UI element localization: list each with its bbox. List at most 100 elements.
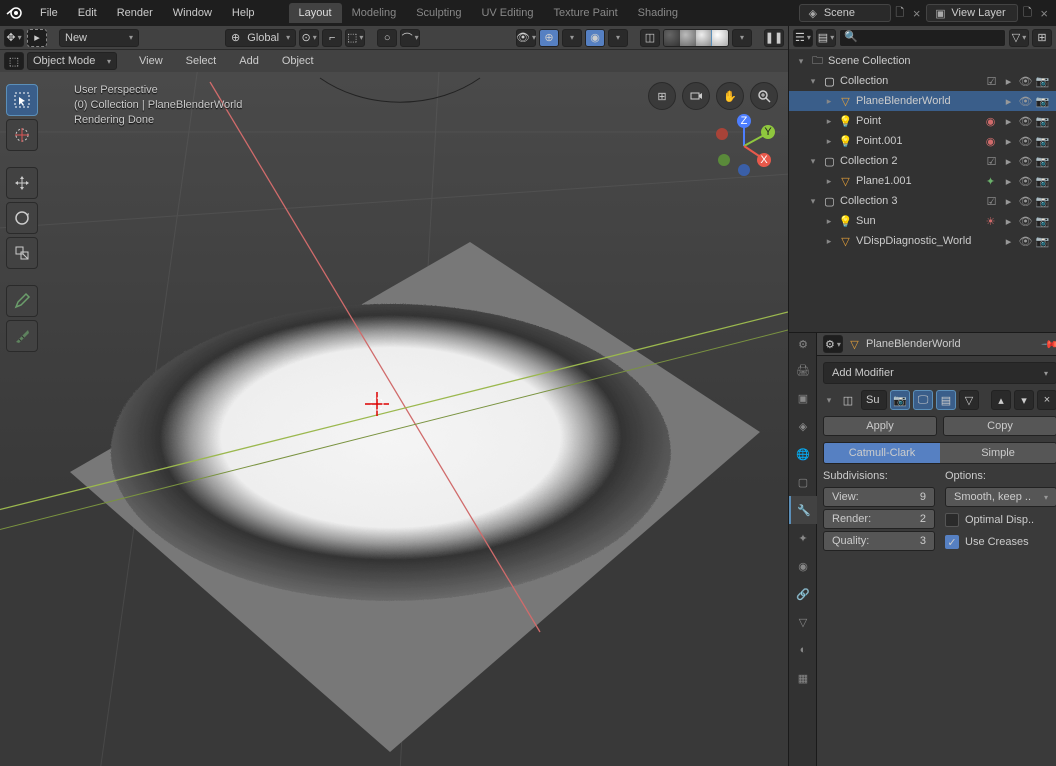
workspace-tab-uvediting[interactable]: UV Editing — [471, 3, 543, 23]
ptab-modifier[interactable]: 🔧 — [789, 496, 817, 524]
light-data-icon[interactable]: ◉ — [983, 134, 998, 149]
ptab-output[interactable]: 🖨 — [789, 356, 817, 384]
selectable-icon[interactable]: ▸ — [1001, 94, 1016, 109]
3d-viewport[interactable]: ✥▾ ▸ New▾ ⊕ Global ▾ ⊙▾ ⌐ ⬚▾ ○ ⌒▾ 👁▾ ⊕ ▾… — [0, 26, 788, 766]
render-subdivisions-input[interactable]: Render:2 — [823, 509, 935, 529]
viewport-visibility-icon[interactable]: 🖵 — [913, 390, 933, 410]
camera-icon[interactable]: 📷 — [1035, 134, 1050, 149]
menu-render[interactable]: Render — [107, 3, 163, 23]
use-creases-checkbox[interactable]: ✓ — [945, 535, 959, 549]
selectable-icon[interactable]: ▸ — [1001, 234, 1016, 249]
rotate-tool[interactable] — [6, 202, 38, 234]
ptab-particles[interactable]: ✦ — [789, 524, 817, 552]
snap-dropdown-icon[interactable]: ⬚▾ — [345, 29, 365, 47]
eye-icon[interactable]: 👁 — [1018, 194, 1033, 209]
delete-modifier-icon[interactable]: × — [1037, 390, 1056, 410]
close-scene-icon[interactable]: × — [909, 6, 925, 21]
eye-icon[interactable]: 👁 — [1018, 154, 1033, 169]
viewlayer-selector[interactable]: ▣ View Layer — [926, 4, 1018, 22]
wireframe-shading-icon[interactable] — [664, 30, 680, 46]
camera-icon[interactable]: 📷 — [1035, 94, 1050, 109]
pan-icon[interactable]: ✋ — [716, 82, 744, 110]
eye-icon[interactable]: 👁 — [1018, 94, 1033, 109]
ptab-material[interactable]: ◐ — [789, 636, 817, 664]
view-subdivisions-input[interactable]: View:9 — [823, 487, 935, 507]
close-viewlayer-icon[interactable]: × — [1036, 6, 1052, 21]
proportional-edit-icon[interactable]: ○ — [377, 29, 397, 47]
apply-button[interactable]: Apply — [823, 416, 937, 436]
simple-toggle[interactable]: Simple — [940, 443, 1056, 463]
optimal-display-row[interactable]: Optimal Disp.. — [945, 509, 1056, 531]
pivot-icon[interactable]: ⊙▾ — [299, 29, 319, 47]
menu-add[interactable]: Add — [229, 51, 269, 71]
outliner-row-planeblenderworld[interactable]: ▸▽ PlaneBlenderWorld ▸👁📷 — [789, 91, 1056, 111]
ptab-mesh[interactable]: ▽ — [789, 608, 817, 636]
add-modifier-dropdown[interactable]: Add Modifier▾ — [823, 362, 1056, 384]
outliner-type-icon[interactable]: ☴▾ — [793, 29, 813, 47]
camera-icon[interactable]: 📷 — [1035, 194, 1050, 209]
exclude-icon[interactable]: ☑ — [984, 194, 999, 209]
exclude-icon[interactable]: ☑ — [984, 74, 999, 89]
selectable-icon[interactable]: ▸ — [1001, 74, 1016, 89]
selectable-icon[interactable]: ▸ — [1001, 134, 1016, 149]
zoom-icon[interactable] — [750, 82, 778, 110]
menu-window[interactable]: Window — [163, 3, 222, 23]
cage-icon[interactable]: ▽ — [959, 390, 979, 410]
outliner-row-plane1[interactable]: ▸▽ Plane1.001 ✦ ▸👁📷 — [789, 171, 1056, 191]
ptab-constraints[interactable]: 🔗 — [789, 580, 817, 608]
xray-icon[interactable]: ◫ — [640, 29, 660, 47]
workspace-tab-modeling[interactable]: Modeling — [342, 3, 407, 23]
visibility-dropdown-icon[interactable]: 👁▾ — [516, 29, 536, 47]
selectable-icon[interactable]: ▸ — [1001, 214, 1016, 229]
use-creases-row[interactable]: ✓Use Creases — [945, 531, 1056, 553]
gizmo-toggle-icon[interactable]: ⊕ — [539, 29, 559, 47]
camera-icon[interactable]: 📷 — [1035, 154, 1050, 169]
selectable-icon[interactable]: ▸ — [1001, 114, 1016, 129]
menu-file[interactable]: File — [30, 3, 68, 23]
solid-shading-icon[interactable] — [680, 30, 696, 46]
measure-tool[interactable] — [6, 320, 38, 352]
outliner-row-collection2[interactable]: ▾▢ Collection 2 ☑▸👁📷 — [789, 151, 1056, 171]
menu-select[interactable]: Select — [176, 51, 227, 71]
shading-dropdown-icon[interactable]: ▾ — [732, 29, 752, 47]
orientation-dropdown[interactable]: New▾ — [59, 29, 139, 47]
new-scene-icon[interactable]: 🗋 — [893, 6, 907, 20]
proportional-falloff-icon[interactable]: ⌒▾ — [400, 29, 420, 47]
menu-help[interactable]: Help — [222, 3, 265, 23]
rendered-shading-icon[interactable] — [712, 30, 728, 46]
eye-icon[interactable]: 👁 — [1018, 214, 1033, 229]
render-visibility-icon[interactable]: 📷 — [890, 390, 910, 410]
editor-type-icon[interactable]: ✥▾ — [4, 29, 24, 47]
scene-selector[interactable]: ◈ Scene — [799, 4, 891, 22]
ptab-texture[interactable]: ▦ — [789, 664, 817, 692]
camera-grid-icon[interactable]: ⊞ — [648, 82, 676, 110]
editmode-visibility-icon[interactable]: ▤ — [936, 390, 956, 410]
properties-type-icon[interactable]: ⚙▾ — [823, 335, 843, 353]
outliner-row-point[interactable]: ▸💡 Point ◉ ▸👁📷 — [789, 111, 1056, 131]
camera-view-icon[interactable] — [682, 82, 710, 110]
gizmo-dropdown-icon[interactable]: ▾ — [562, 29, 582, 47]
catmull-clark-toggle[interactable]: Catmull-Clark — [824, 443, 940, 463]
eye-icon[interactable]: 👁 — [1018, 174, 1033, 189]
outliner-row-point001[interactable]: ▸💡 Point.001 ◉ ▸👁📷 — [789, 131, 1056, 151]
overlay-dropdown-icon[interactable]: ▾ — [608, 29, 628, 47]
camera-icon[interactable]: 📷 — [1035, 114, 1050, 129]
mode-selector[interactable]: Object Mode▾ — [27, 52, 117, 70]
select-box-tool[interactable] — [6, 84, 38, 116]
outliner-filter-icon[interactable]: ▽▾ — [1009, 29, 1029, 47]
cursor-tool[interactable] — [6, 119, 38, 151]
outliner-row-sun[interactable]: ▸💡 Sun ☀ ▸👁📷 — [789, 211, 1056, 231]
light-data-icon[interactable]: ◉ — [983, 114, 998, 129]
outliner-row-collection[interactable]: ▾▢ Collection ☑▸👁📷 — [789, 71, 1056, 91]
optimal-display-checkbox[interactable] — [945, 513, 959, 527]
sun-data-icon[interactable]: ☀ — [983, 214, 998, 229]
selectable-icon[interactable]: ▸ — [1001, 194, 1016, 209]
outliner-display-icon[interactable]: ▤▾ — [816, 29, 836, 47]
workspace-tab-sculpting[interactable]: Sculpting — [406, 3, 471, 23]
eye-icon[interactable]: 👁 — [1018, 234, 1033, 249]
workspace-tab-shading[interactable]: Shading — [628, 3, 688, 23]
outliner-tree[interactable]: ▾🗀 Scene Collection ▾▢ Collection ☑▸👁📷 ▸… — [789, 49, 1056, 332]
annotate-tool[interactable] — [6, 285, 38, 317]
modifier-data-icon[interactable]: ✦ — [983, 174, 998, 189]
overlay-toggle-icon[interactable]: ◉ — [585, 29, 605, 47]
